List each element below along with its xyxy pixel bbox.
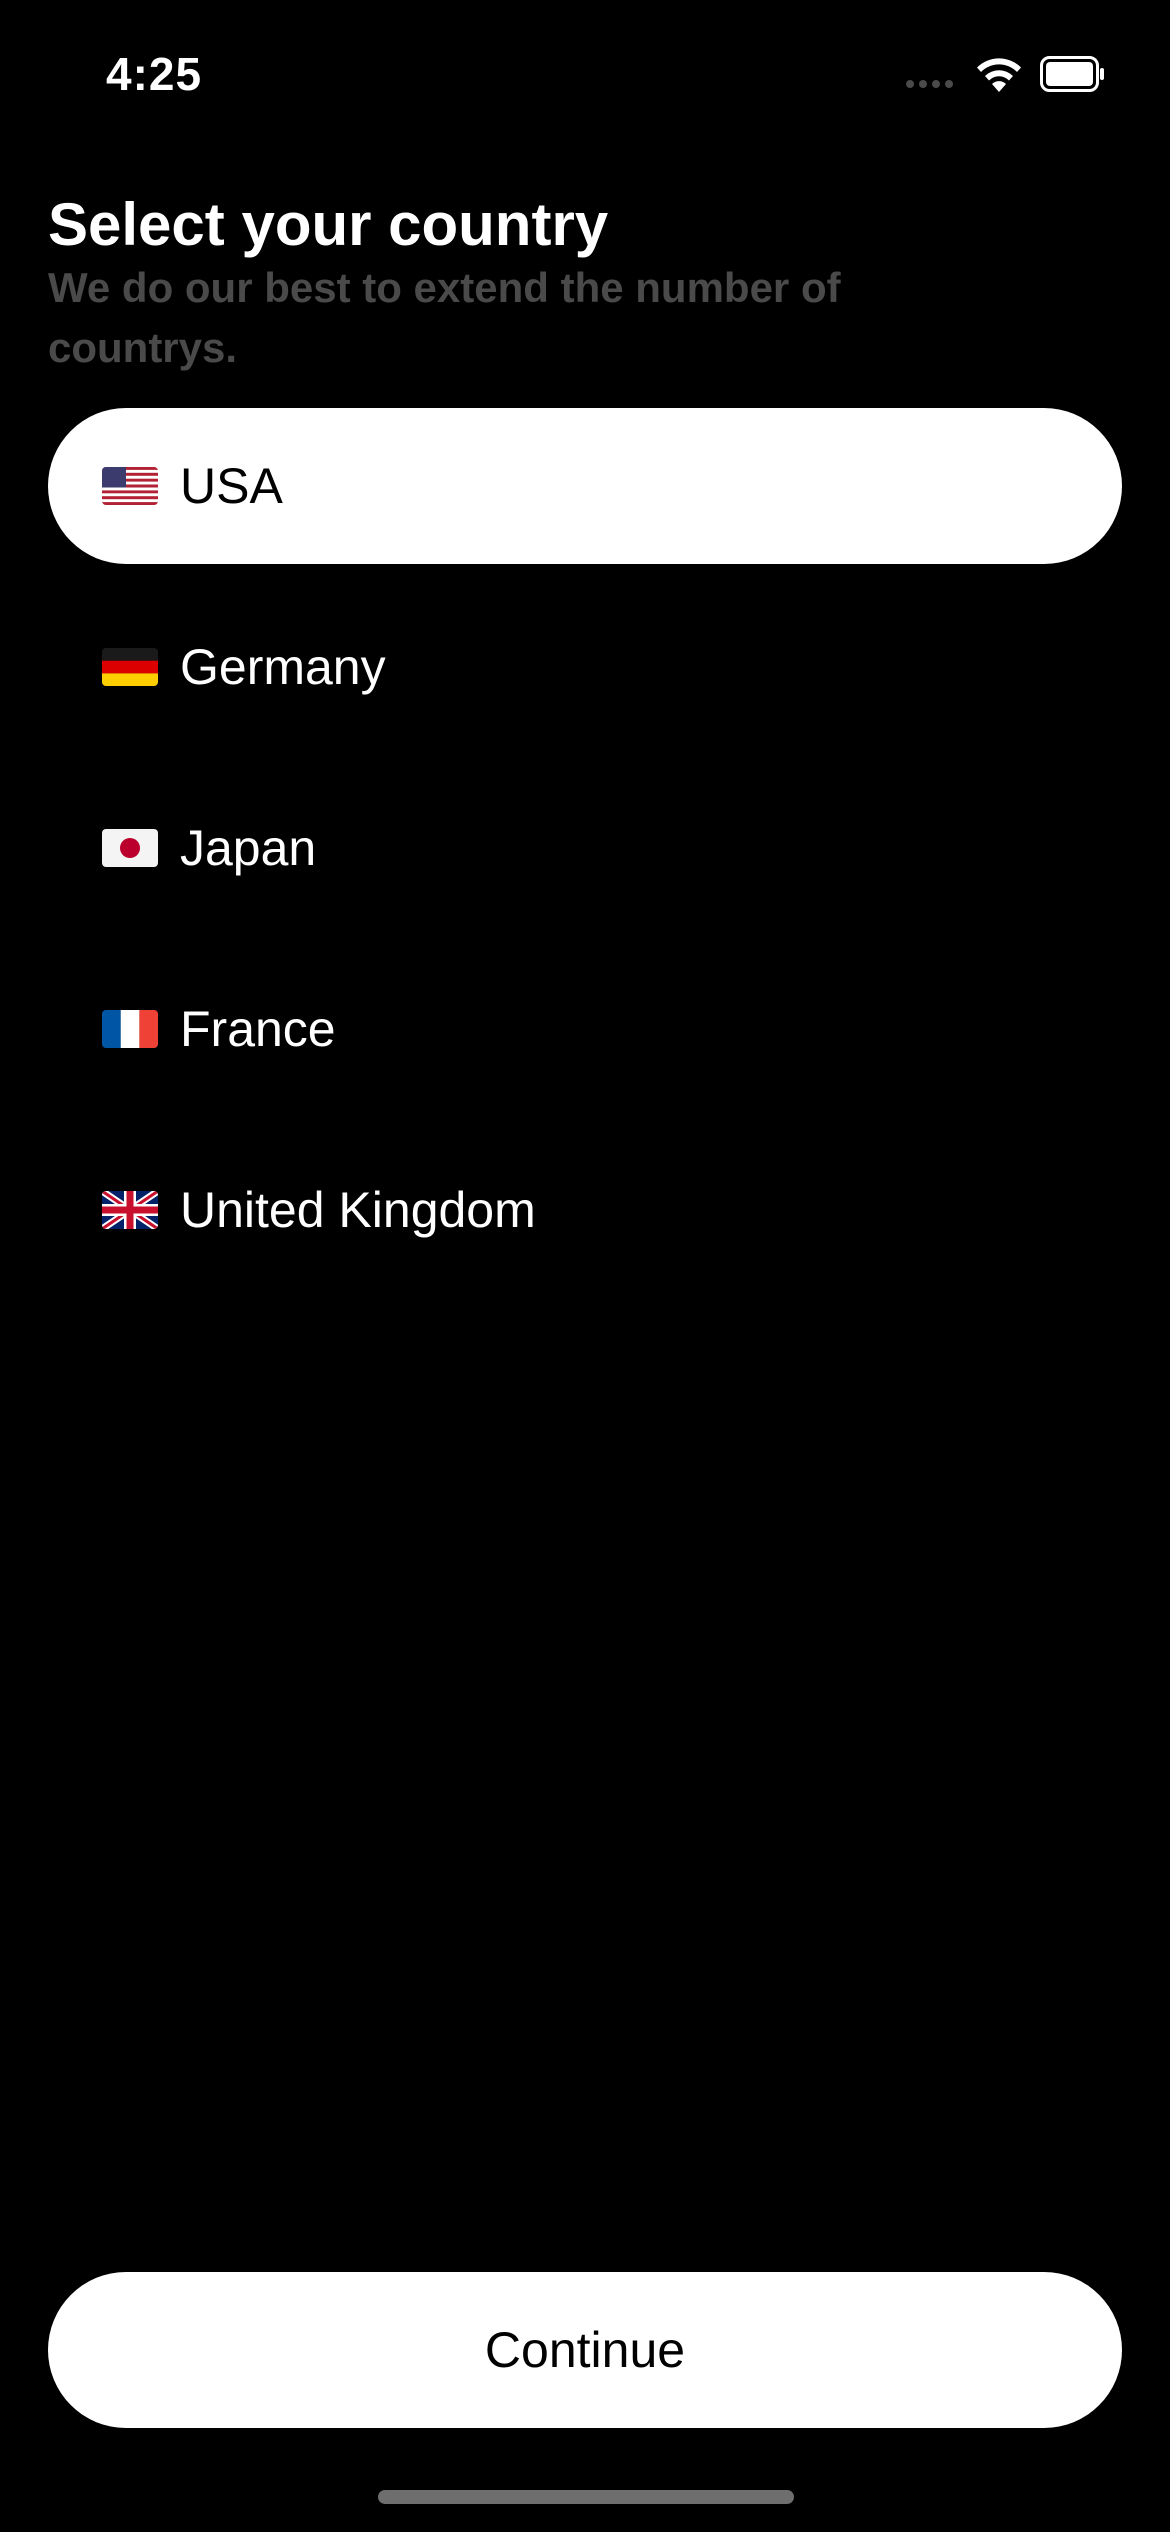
country-label: USA [180,458,283,514]
country-option-united-kingdom[interactable]: United Kingdom [48,1132,1122,1288]
flag-gb-icon [102,1191,158,1229]
status-time: 4:25 [106,48,203,100]
flag-fr-icon [102,1010,158,1048]
country-label: United Kingdom [180,1182,536,1238]
signal-dots-icon [906,80,953,88]
country-option-japan[interactable]: Japan [48,770,1122,926]
continue-button[interactable]: Continue [48,2272,1122,2428]
country-option-france[interactable]: France [48,951,1122,1107]
country-label: Japan [180,820,317,876]
battery-icon [1040,56,1104,92]
flag-us-icon [102,467,158,505]
flag-de-icon [102,648,158,686]
country-label: Germany [180,639,386,695]
country-label: France [180,1001,336,1057]
home-indicator[interactable] [378,2490,794,2504]
country-option-usa[interactable]: USA [48,408,1122,564]
flag-jp-icon [102,829,158,867]
country-option-germany[interactable]: Germany [48,589,1122,745]
page-subtitle: We do our best to extend the number of c… [48,264,841,371]
wifi-icon [977,58,1021,92]
page-title: Select your country [48,191,609,258]
country-list: USA Germany Japan France United Kingdom [48,408,1122,1313]
